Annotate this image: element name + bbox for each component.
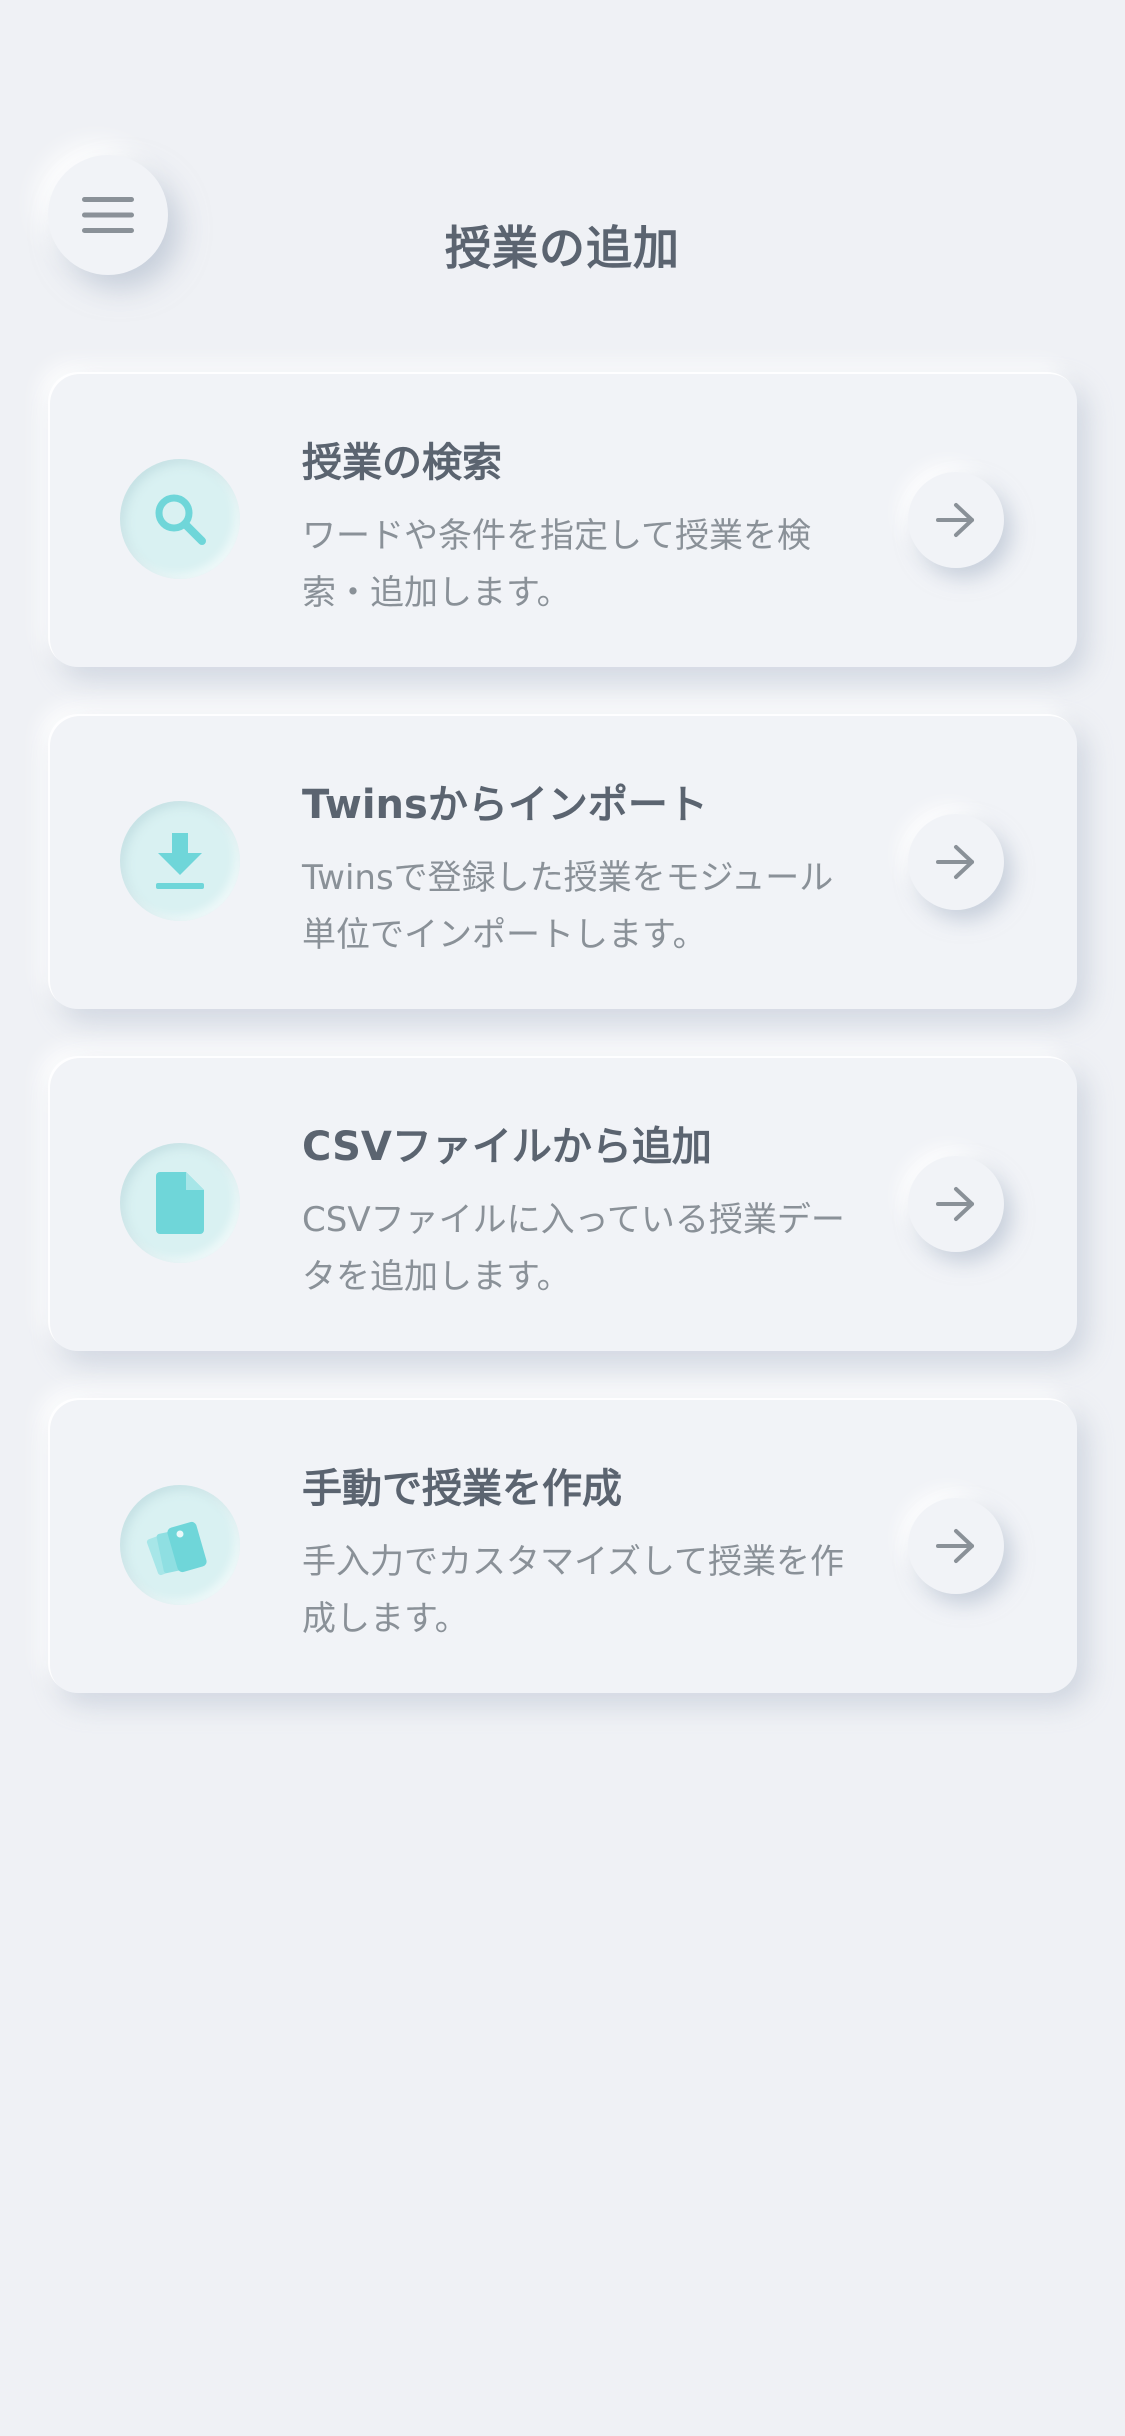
arrow-button[interactable] xyxy=(908,1156,1004,1252)
card-description: CSVファイルに入っている授業データを追加します。 xyxy=(302,1200,845,1297)
card-icon-container xyxy=(120,459,240,579)
header: 授業の追加 xyxy=(0,0,1125,340)
card-description: ワードや条件を指定して授業を検索・追加します。 xyxy=(302,516,811,613)
download-icon xyxy=(156,833,204,889)
card-description: 手入力でカスタマイズして授業を作成します。 xyxy=(302,1542,844,1639)
file-icon xyxy=(156,1172,204,1234)
swatch-cards-icon xyxy=(146,1521,207,1576)
card-description: Twinsで登録した授業をモジュール単位でインポートします。 xyxy=(302,858,834,955)
arrow-right-icon xyxy=(936,1529,974,1563)
card-add-from-csv[interactable]: CSVファイルから追加 CSVファイルに入っている授業データを追加します。 xyxy=(48,1056,1077,1351)
card-create-manually[interactable]: 手動で授業を作成 手入力でカスタマイズして授業を作成します。 xyxy=(48,1398,1077,1693)
page-title: 授業の追加 xyxy=(445,221,680,275)
arrow-right-icon xyxy=(936,503,974,537)
card-title: CSVファイルから追加 xyxy=(302,1124,712,1170)
card-title: 授業の検索 xyxy=(302,440,502,486)
card-title: 手動で授業を作成 xyxy=(302,1466,622,1512)
card-icon-container xyxy=(120,801,240,921)
arrow-button[interactable] xyxy=(908,1498,1004,1594)
card-icon-container xyxy=(120,1143,240,1263)
card-icon-container xyxy=(120,1485,240,1605)
card-search-courses[interactable]: 授業の検索 ワードや条件を指定して授業を検索・追加します。 xyxy=(48,372,1077,667)
search-icon xyxy=(155,494,206,545)
card-title: Twinsからインポート xyxy=(302,782,708,828)
arrow-button[interactable] xyxy=(908,814,1004,910)
arrow-right-icon xyxy=(936,1187,974,1221)
card-import-twins[interactable]: Twinsからインポート Twinsで登録した授業をモジュール単位でインポートし… xyxy=(48,714,1077,1009)
arrow-right-icon xyxy=(936,845,974,879)
arrow-button[interactable] xyxy=(908,472,1004,568)
